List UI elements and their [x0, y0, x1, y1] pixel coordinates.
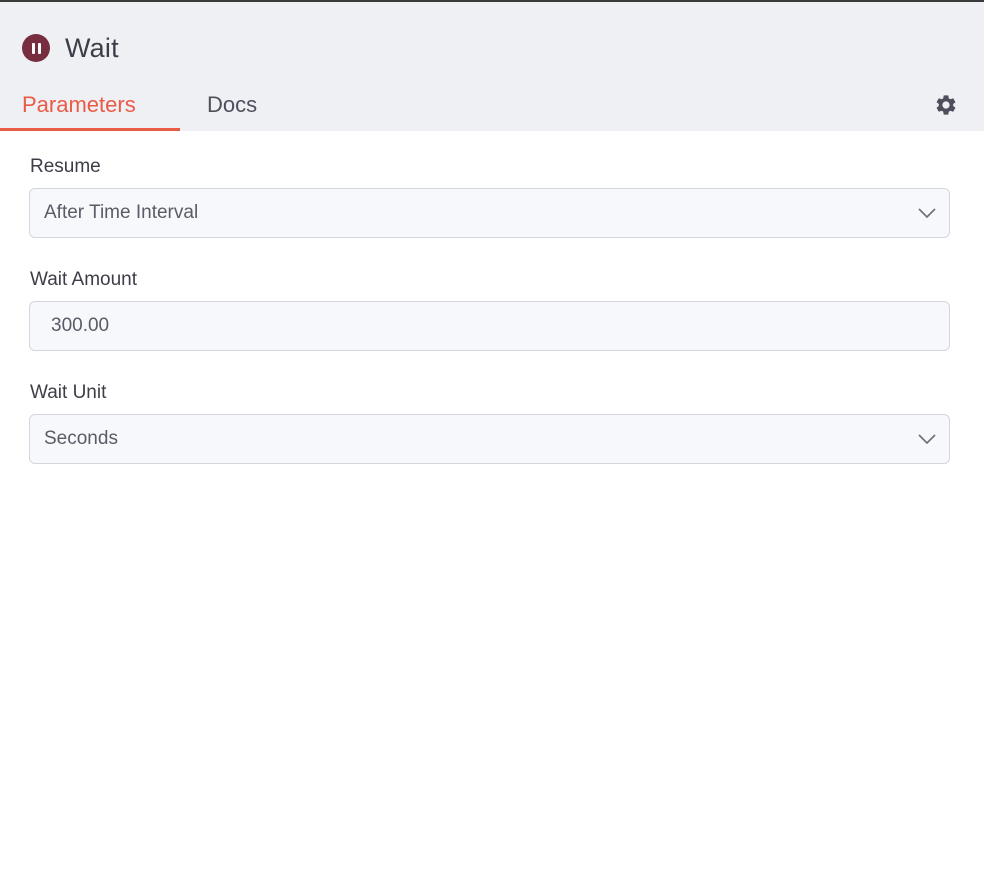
node-settings-panel: Wait Parameters Docs Resume After Time I…: [0, 0, 984, 873]
tab-parameters[interactable]: Parameters: [0, 86, 180, 131]
parameters-content: Resume After Time Interval Wait Amount 3…: [0, 131, 984, 464]
wait-unit-select[interactable]: Seconds: [29, 414, 950, 464]
wait-unit-value: Seconds: [44, 428, 118, 449]
wait-amount-label: Wait Amount: [30, 269, 138, 290]
chevron-down-icon: [918, 434, 936, 445]
node-title[interactable]: Wait: [65, 33, 119, 64]
pause-circle-icon: [22, 34, 50, 62]
wait-amount-input[interactable]: 300.00: [29, 301, 950, 351]
gear-icon[interactable]: [934, 93, 958, 117]
tab-bar: Parameters Docs: [0, 86, 257, 131]
resume-value: After Time Interval: [44, 202, 199, 223]
resume-select[interactable]: After Time Interval: [29, 188, 950, 238]
wait-unit-label: Wait Unit: [30, 382, 107, 403]
panel-header: Wait Parameters Docs: [0, 2, 984, 131]
wait-amount-value: 300.00: [51, 315, 110, 336]
resume-label: Resume: [30, 156, 101, 177]
tab-docs[interactable]: Docs: [180, 86, 257, 131]
chevron-down-icon: [918, 208, 936, 219]
node-title-row: Wait: [22, 32, 119, 64]
